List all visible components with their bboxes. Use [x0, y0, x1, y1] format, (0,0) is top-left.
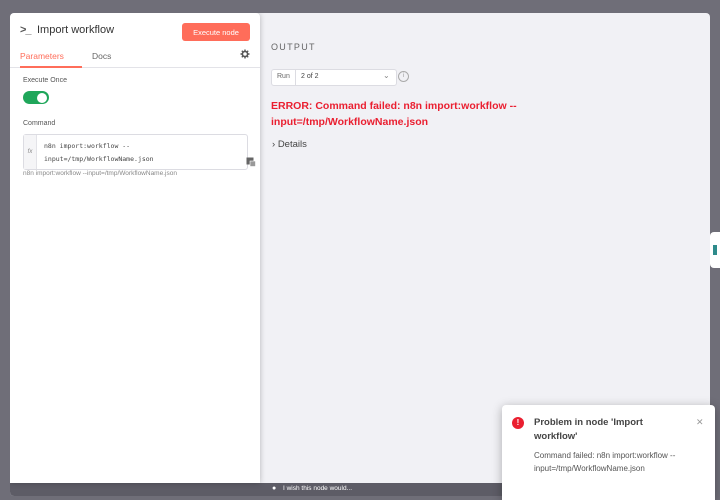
active-tab-indicator	[20, 66, 82, 68]
details-toggle[interactable]: › Details	[272, 139, 307, 150]
run-label: Run	[277, 73, 290, 80]
gear-icon[interactable]	[240, 49, 252, 63]
output-title: OUTPUT	[271, 42, 316, 52]
command-label: Command	[23, 120, 56, 127]
error-message: ERROR: Command failed: n8n import:workfl…	[271, 100, 517, 128]
tab-docs[interactable]: Docs	[92, 51, 111, 61]
parameters-panel: >_ Import workflow Execute node Paramete…	[10, 13, 260, 483]
info-icon[interactable]: i	[398, 71, 409, 82]
toast-body: Command failed: n8n import:workflow --in…	[534, 451, 676, 473]
command-hint: n8n import:workflow --input=/tmp/Workflo…	[23, 170, 177, 177]
expand-icon[interactable]	[246, 154, 256, 167]
error-icon: !	[512, 417, 524, 429]
chevron-right-icon: ›	[272, 139, 276, 150]
panel-tabs: Parameters Docs	[10, 49, 260, 68]
expression-fx-icon[interactable]: fx	[24, 135, 37, 169]
details-label: Details	[277, 139, 307, 150]
wish-link[interactable]: ● I wish this node would...	[272, 485, 352, 492]
toggle-knob	[37, 92, 47, 103]
terminal-icon: >_	[20, 24, 32, 36]
command-line-2: input=/tmp/WorkflowName.json	[44, 155, 154, 163]
bulb-icon: ●	[272, 485, 277, 492]
wish-text: I wish this node would...	[283, 485, 353, 492]
execute-once-label: Execute Once	[23, 77, 67, 84]
toast-title: Problem in node 'Import workflow'	[534, 417, 643, 442]
error-toast: ! Problem in node 'Import workflow' Comm…	[502, 405, 715, 500]
node-title[interactable]: Import workflow	[37, 24, 114, 36]
command-input[interactable]: fx n8n import:workflow -- input=/tmp/Wor…	[23, 134, 256, 170]
run-value: 2 of 2	[301, 73, 319, 80]
run-selector[interactable]: Run 2 of 2 ⌄	[271, 69, 397, 86]
panel-header: >_ Import workflow Execute node	[10, 13, 260, 49]
run-divider	[295, 70, 296, 85]
execute-node-button[interactable]: Execute node	[182, 23, 250, 41]
side-panel-handle[interactable]	[710, 232, 720, 268]
handle-marker	[713, 245, 717, 255]
command-value[interactable]: n8n import:workflow -- input=/tmp/Workfl…	[44, 140, 224, 166]
tab-parameters[interactable]: Parameters	[20, 51, 64, 61]
close-icon[interactable]: ✕	[696, 417, 704, 428]
chevron-down-icon: ⌄	[383, 71, 390, 80]
execute-once-toggle[interactable]	[23, 91, 49, 104]
command-line-1: n8n import:workflow --	[44, 142, 131, 150]
